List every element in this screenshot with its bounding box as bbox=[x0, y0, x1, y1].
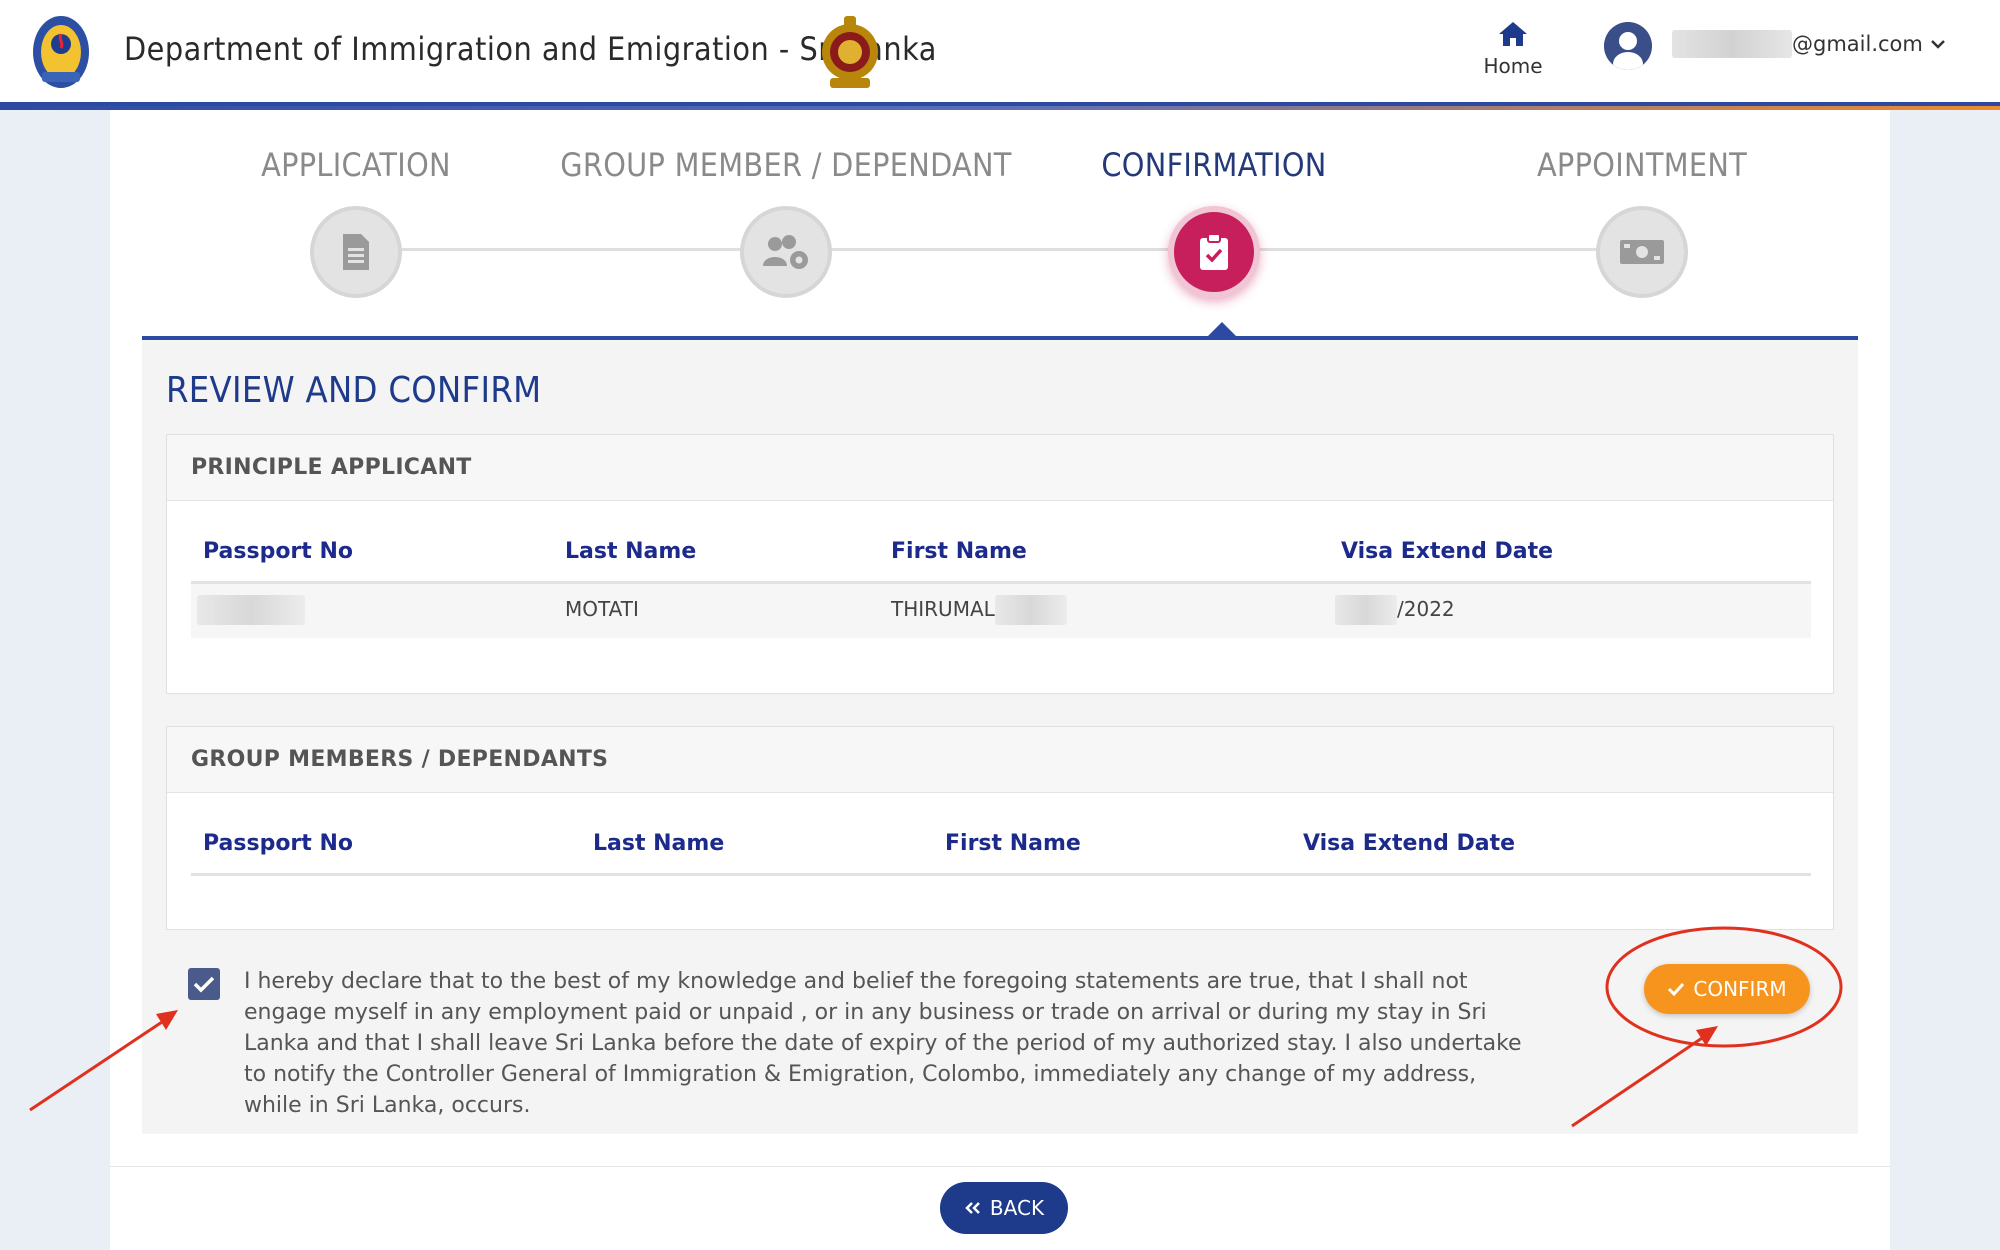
principal-applicant-card: PRINCIPLE APPLICANT Passport No Last Nam… bbox=[166, 434, 1834, 694]
cell-visa-extend-date: /2022 bbox=[1397, 597, 1455, 621]
back-button-label: BACK bbox=[989, 1196, 1045, 1220]
site-header: Department of Immigration and Emigration… bbox=[0, 0, 2000, 106]
confirm-button[interactable]: CONFIRM bbox=[1644, 964, 1810, 1014]
home-label: Home bbox=[1483, 54, 1543, 78]
col-last-name: Last Name bbox=[593, 831, 725, 856]
step-label: APPOINTMENT bbox=[1536, 146, 1748, 184]
user-email[interactable]: @gmail.com bbox=[1792, 32, 1923, 56]
col-first-name: First Name bbox=[945, 831, 1081, 856]
passport-redacted bbox=[197, 595, 305, 625]
col-first-name: First Name bbox=[891, 539, 1027, 564]
cell-last-name: MOTATI bbox=[565, 597, 639, 621]
check-icon bbox=[1668, 982, 1685, 996]
check-icon bbox=[193, 976, 215, 993]
clipboard-check-icon bbox=[1168, 206, 1260, 298]
sri-lanka-emblem bbox=[818, 10, 882, 94]
site-title: Department of Immigration and Emigration… bbox=[124, 30, 937, 68]
col-last-name: Last Name bbox=[565, 539, 697, 564]
confirm-button-label: CONFIRM bbox=[1693, 977, 1787, 1001]
department-logo[interactable] bbox=[28, 12, 94, 92]
step-application[interactable]: APPLICATION bbox=[126, 146, 586, 298]
active-step-pointer bbox=[1208, 322, 1236, 336]
group-members-card: GROUP MEMBERS / DEPENDANTS Passport No L… bbox=[166, 726, 1834, 930]
col-visa-extend-date: Visa Extend Date bbox=[1303, 831, 1516, 856]
footer-divider bbox=[110, 1166, 1890, 1167]
declaration-checkbox[interactable] bbox=[188, 968, 220, 1000]
col-visa-extend-date: Visa Extend Date bbox=[1341, 539, 1554, 564]
card-heading: PRINCIPLE APPLICANT bbox=[167, 435, 1833, 501]
home-link[interactable]: Home bbox=[1476, 20, 1550, 78]
email-redacted bbox=[1672, 30, 1792, 58]
chevron-double-left-icon bbox=[965, 1202, 980, 1214]
step-label: APPLICATION bbox=[261, 146, 451, 184]
declaration-text: I hereby declare that to the best of my … bbox=[244, 969, 1522, 1118]
col-passport-no: Passport No bbox=[203, 539, 353, 564]
user-avatar[interactable] bbox=[1604, 22, 1652, 70]
home-icon bbox=[1499, 22, 1527, 46]
first-name-redacted bbox=[995, 595, 1067, 625]
col-passport-no: Passport No bbox=[203, 831, 353, 856]
step-confirmation[interactable]: CONFIRMATION bbox=[984, 146, 1444, 298]
step-label: CONFIRMATION bbox=[1101, 146, 1327, 184]
stepper-line bbox=[356, 248, 1646, 251]
step-group-member[interactable]: GROUP MEMBER / DEPENDANT bbox=[556, 146, 1016, 298]
cell-first-name: THIRUMAL bbox=[891, 597, 995, 621]
step-label: GROUP MEMBER / DEPENDANT bbox=[560, 146, 1012, 184]
table-divider bbox=[191, 873, 1811, 876]
chevron-down-icon[interactable] bbox=[1930, 34, 1946, 55]
users-gear-icon bbox=[740, 206, 832, 298]
page-title: REVIEW AND CONFIRM bbox=[166, 370, 542, 411]
step-appointment[interactable]: APPOINTMENT bbox=[1412, 146, 1872, 298]
date-redacted bbox=[1335, 595, 1397, 625]
page-gutter-left bbox=[0, 110, 110, 1250]
money-icon bbox=[1596, 206, 1688, 298]
card-heading: GROUP MEMBERS / DEPENDANTS bbox=[167, 727, 1833, 793]
back-button[interactable]: BACK bbox=[940, 1182, 1068, 1234]
page-gutter-right bbox=[1890, 110, 2000, 1250]
document-icon bbox=[310, 206, 402, 298]
